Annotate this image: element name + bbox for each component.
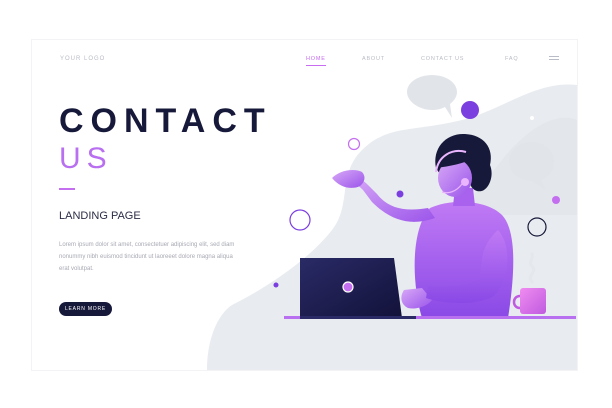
dot-icon — [461, 101, 479, 119]
support-agent-illustration — [207, 75, 577, 370]
landing-page: YOUR LOGO HOME ABOUT CONTACT US FAQ CONT… — [32, 40, 577, 370]
dot-icon — [530, 116, 534, 120]
background-blob — [207, 84, 577, 370]
ring-icon — [347, 137, 361, 151]
agent-hand — [332, 170, 365, 188]
dot-icon — [273, 282, 279, 288]
ring-icon — [289, 209, 311, 231]
dot-icon — [552, 196, 560, 204]
coffee-cup-icon — [520, 288, 546, 314]
headset-earpiece-icon — [461, 178, 469, 186]
speech-bubble-icon — [407, 75, 457, 118]
dot-icon — [396, 190, 404, 198]
laptop-logo-icon — [342, 281, 354, 293]
laptop-base — [300, 316, 416, 319]
